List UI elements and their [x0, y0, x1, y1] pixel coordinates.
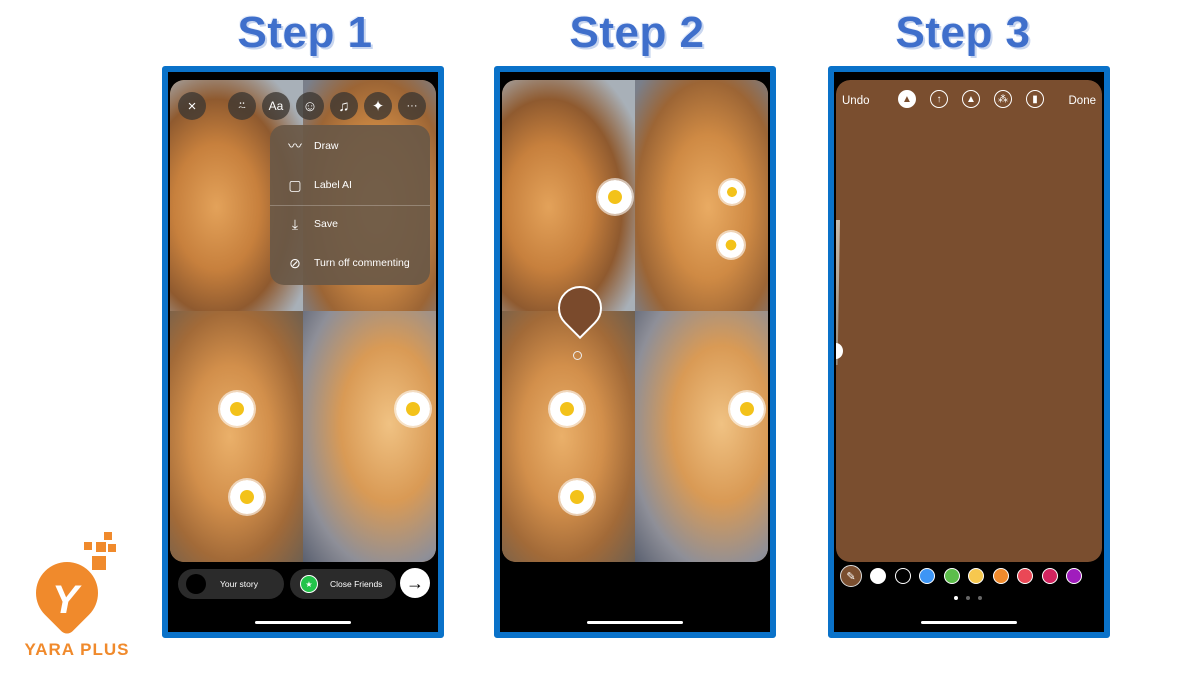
color-picker-screen — [502, 80, 768, 632]
eyedropper-target[interactable] — [573, 351, 582, 360]
music-button[interactable]: ♫ — [330, 92, 358, 120]
daisy — [550, 392, 584, 426]
download-icon: ⤓ — [291, 215, 299, 232]
undo-button[interactable]: Undo — [842, 95, 870, 107]
photo-tile — [170, 311, 303, 562]
page-dot[interactable] — [966, 596, 970, 600]
marker-icon: ▲ — [966, 93, 976, 105]
close-friends-button[interactable]: ★ Close Friends — [290, 569, 396, 599]
eyedropper-button[interactable]: ✎ — [840, 565, 862, 587]
tag-people-button[interactable]: ⍨ — [228, 92, 256, 120]
sparkles-icon: ✦ — [371, 98, 385, 115]
glow-pen-icon: ⁂ — [998, 93, 1008, 105]
daisy — [396, 392, 430, 426]
effects-button[interactable]: ✦ — [364, 92, 392, 120]
marker-tool-button[interactable]: ▲ — [962, 90, 980, 108]
pen-icon: ▲ — [902, 93, 912, 105]
logo-square — [84, 542, 92, 550]
more-button[interactable]: ··· — [398, 92, 426, 120]
your-story-button[interactable]: Your story — [178, 569, 284, 599]
avatar — [186, 574, 206, 594]
drawing-canvas[interactable] — [836, 80, 1102, 562]
color-swatch[interactable] — [968, 568, 984, 584]
logo-square — [96, 542, 106, 552]
draw-screen: Undo Done ▲ ↑ ▲ ⁂ ▮ ✎ — [836, 80, 1102, 632]
color-swatch[interactable] — [919, 568, 935, 584]
logo-text: YARA PLUS — [24, 640, 130, 659]
color-swatch[interactable] — [1017, 568, 1033, 584]
menu-item-turn-off-commenting[interactable]: ⊘ Turn off commenting — [270, 244, 430, 282]
photo-tile — [635, 311, 768, 562]
logo-square — [108, 544, 116, 552]
logo-square — [92, 556, 106, 570]
color-swatch[interactable] — [943, 568, 960, 584]
daisy — [230, 480, 264, 514]
logo-square — [104, 532, 112, 540]
arrow-up-icon: ↑ — [936, 93, 942, 105]
daisy — [730, 392, 764, 426]
menu-item-label-ai[interactable]: ▢ Label AI — [270, 166, 430, 204]
daisy — [720, 180, 744, 204]
color-swatch[interactable] — [1041, 568, 1058, 584]
daisy — [718, 232, 744, 258]
color-swatch[interactable] — [870, 568, 886, 584]
eraser-icon: ▮ — [1032, 93, 1038, 105]
color-swatch[interactable] — [1066, 568, 1082, 584]
more-menu: 〰 Draw ▢ Label AI ⤓ Save ⊘ Turn off commenti… — [270, 125, 430, 285]
menu-item-label: Save — [314, 218, 338, 230]
sticker-icon: ☺ — [302, 97, 318, 115]
tag-people-icon: ⍨ — [237, 97, 247, 115]
story-photo[interactable] — [502, 80, 768, 562]
home-indicator — [587, 621, 683, 624]
next-button[interactable]: → — [400, 568, 430, 598]
color-swatch[interactable] — [992, 568, 1009, 584]
photo-tile — [303, 311, 436, 562]
daisy — [220, 392, 254, 426]
comment-off-icon: ⊘ — [289, 254, 301, 271]
star-icon: ★ — [300, 575, 318, 593]
arrow-right-icon: → — [406, 572, 424, 593]
more-icon: ··· — [406, 100, 418, 112]
photo-tile — [635, 80, 768, 312]
arrow-tool-button[interactable]: ↑ — [930, 90, 948, 108]
home-indicator — [255, 621, 351, 624]
menu-item-draw[interactable]: 〰 Draw — [270, 127, 430, 165]
step-1-title: Step 1 — [237, 8, 373, 57]
menu-item-save[interactable]: ⤓ Save — [270, 205, 430, 243]
daisy — [560, 480, 594, 514]
eyedropper-icon: ✎ — [846, 570, 856, 583]
text-icon: Aa — [268, 99, 284, 113]
text-button[interactable]: Aa — [262, 92, 290, 120]
sticker-button[interactable]: ☺ — [296, 92, 324, 120]
music-icon: ♫ — [338, 97, 350, 115]
daisy — [598, 180, 632, 214]
page-dot[interactable] — [978, 596, 982, 600]
menu-item-label: Draw — [314, 140, 339, 152]
label-ai-icon: ▢ — [288, 176, 302, 193]
eraser-tool-button[interactable]: ▮ — [1026, 90, 1044, 108]
close-icon: × — [187, 97, 197, 115]
photo-tile — [502, 311, 635, 562]
your-story-label: Your story — [220, 579, 258, 589]
done-button[interactable]: Done — [1069, 95, 1097, 107]
step-3-phone: Undo Done ▲ ↑ ▲ ⁂ ▮ ✎ — [828, 66, 1110, 638]
menu-item-label: Label AI — [314, 179, 352, 191]
glow-tool-button[interactable]: ⁂ — [994, 90, 1012, 108]
menu-item-label: Turn off commenting — [314, 257, 410, 269]
page-dot[interactable] — [954, 596, 958, 600]
close-button[interactable]: × — [178, 92, 206, 120]
color-swatch[interactable] — [894, 568, 911, 584]
yara-plus-logo: Y YARA PLUS — [12, 532, 142, 667]
close-friends-label: Close Friends — [330, 579, 383, 589]
pen-tool-button[interactable]: ▲ — [898, 90, 916, 108]
home-indicator — [921, 621, 1017, 624]
step-2-phone — [494, 66, 776, 638]
step-3-title: Step 3 — [895, 8, 1031, 57]
draw-icon: 〰 — [288, 138, 302, 154]
story-editor-screen: × ⍨ Aa ☺ ♫ ✦ ··· 〰 Draw ▢ Label AI ⤓ Save ⊘… — [170, 80, 436, 632]
logo-mark: Y — [52, 578, 79, 622]
step-2-title: Step 2 — [569, 8, 705, 57]
step-1-phone: × ⍨ Aa ☺ ♫ ✦ ··· 〰 Draw ▢ Label AI ⤓ Save ⊘… — [162, 66, 444, 638]
